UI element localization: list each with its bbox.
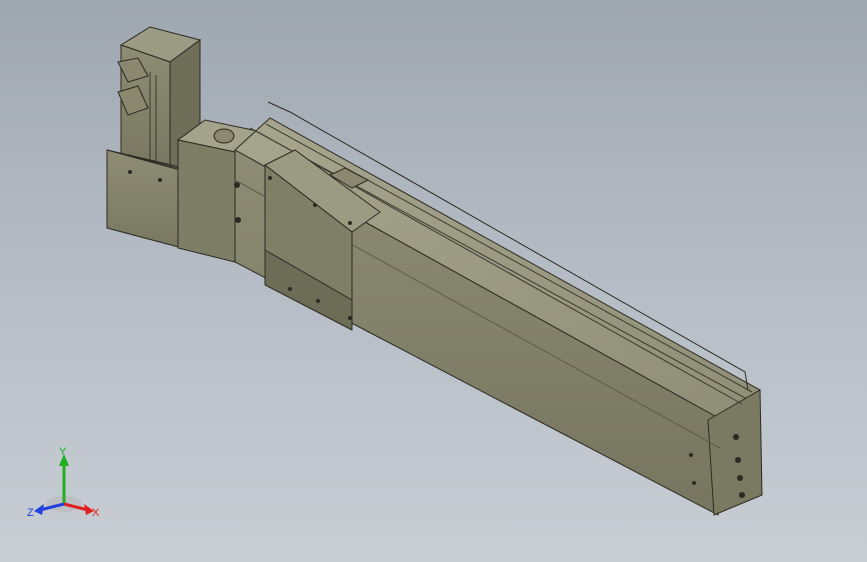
z-axis-arrow <box>34 504 44 515</box>
z-axis-label: Z <box>27 507 34 519</box>
orientation-triad[interactable]: Y X Z <box>22 446 106 526</box>
graphics-viewport[interactable]: Y X Z <box>0 0 867 562</box>
x-axis-label: X <box>92 507 100 519</box>
y-axis-label: Y <box>59 446 67 458</box>
linear-actuator-model[interactable] <box>0 0 867 562</box>
